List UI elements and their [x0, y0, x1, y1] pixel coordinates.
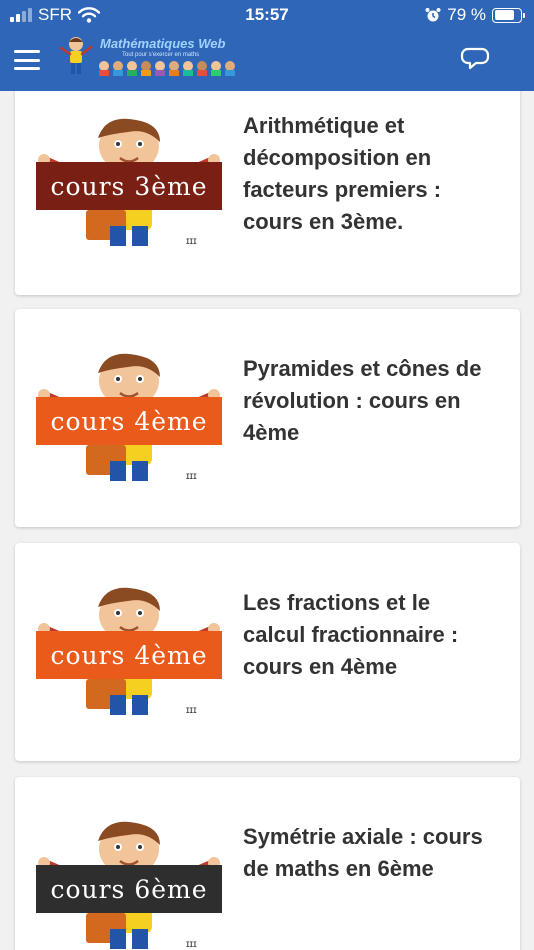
course-thumbnail: ɪɪɪ cours 6ème: [36, 821, 222, 949]
toolbar: Mathématiques Web Tout pour s'exercer en…: [0, 30, 534, 91]
status-right: 79 %: [425, 5, 525, 25]
app-header: SFR 15:57 79 % Mathématiques Web Tout po…: [0, 0, 534, 91]
site-logo[interactable]: Mathématiques Web Tout pour s'exercer en…: [58, 34, 238, 78]
article-title[interactable]: Arithmétique et décomposition en facteur…: [243, 110, 493, 238]
hamburger-menu-icon[interactable]: [14, 50, 40, 70]
article-card[interactable]: ɪɪɪ cours 4ème Pyramides et cônes de rév…: [15, 309, 520, 527]
chat-bubbles-icon[interactable]: [460, 45, 490, 71]
article-card[interactable]: ɪɪɪ cours 3ème Arithmétique et décomposi…: [15, 91, 520, 295]
course-thumbnail: ɪɪɪ cours 4ème: [36, 353, 222, 481]
course-thumbnail: ɪɪɪ cours 4ème: [36, 587, 222, 715]
article-card[interactable]: ɪɪɪ cours 4ème Les fractions et le calcu…: [15, 543, 520, 761]
article-title[interactable]: Symétrie axiale : cours de maths en 6ème: [243, 821, 493, 885]
course-badge-label: cours 4ème: [50, 407, 207, 436]
article-feed: ɪɪɪ cours 3ème Arithmétique et décomposi…: [0, 91, 534, 950]
battery-percent: 79 %: [447, 5, 486, 24]
course-badge-label: cours 4ème: [50, 641, 207, 670]
status-bar: SFR 15:57 79 %: [0, 0, 534, 30]
alarm-icon: [425, 8, 441, 22]
article-card[interactable]: ɪɪɪ cours 6ème Symétrie axiale : cours d…: [15, 777, 520, 950]
course-badge-label: cours 6ème: [50, 875, 207, 904]
battery-icon: [492, 7, 525, 23]
logo-title: Mathématiques Web: [100, 36, 226, 51]
article-title[interactable]: Les fractions et le calcul fractionnaire…: [243, 587, 493, 683]
course-badge-label: cours 3ème: [50, 172, 207, 201]
logo-subtitle: Tout pour s'exercer en maths: [122, 52, 200, 58]
article-title[interactable]: Pyramides et cônes de révolution : cours…: [243, 353, 493, 449]
battery-level: [494, 10, 515, 20]
course-thumbnail: ɪɪɪ cours 3ème: [36, 118, 222, 246]
